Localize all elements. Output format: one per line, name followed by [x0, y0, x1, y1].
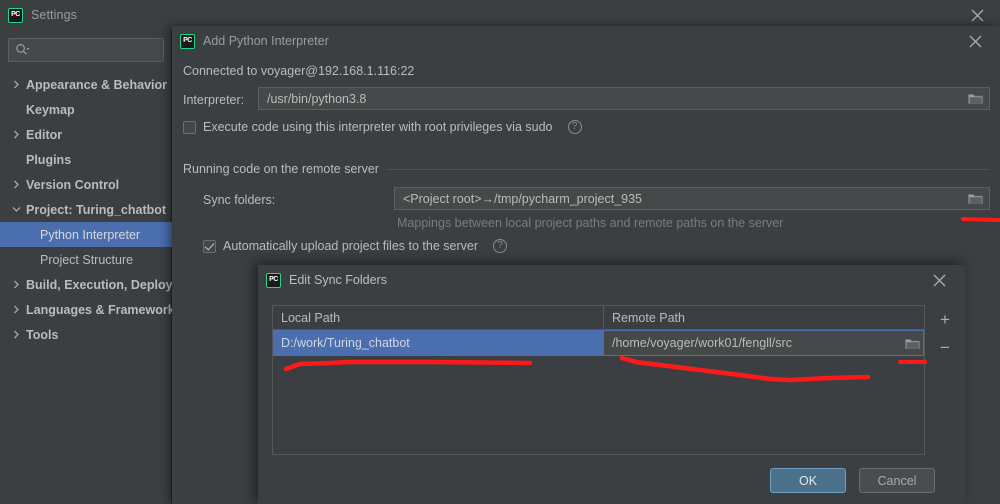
sidebar-item-label: Languages & Frameworks [26, 302, 182, 317]
chevron-right-icon [12, 180, 26, 189]
search-input[interactable] [8, 38, 164, 62]
cell-local-path[interactable]: D:/work/Turing_chatbot [273, 330, 604, 356]
sidebar-item-project-structure[interactable]: Project Structure [0, 247, 172, 272]
settings-sidebar: Appearance & Behavior Keymap Editor Plugins… [0, 30, 202, 504]
sidebar-item-label: Project: Turing_chatbot [26, 202, 167, 217]
sidebar-item-plugins[interactable]: Plugins [0, 147, 172, 172]
help-icon[interactable]: ? [493, 239, 507, 253]
ok-button[interactable]: OK [770, 468, 846, 493]
help-icon[interactable]: ? [567, 120, 582, 134]
edit-sync-folders-dialog: Edit Sync Folders Local Path Remote Path… [258, 265, 965, 504]
sidebar-item-label: Project Structure [40, 252, 134, 267]
sidebar-item-version-control[interactable]: Version Control [0, 172, 172, 197]
edit-sync-folders-close-button[interactable] [921, 265, 957, 295]
sidebar-item-project-turing-chatbot[interactable]: Project: Turing_chatbot [0, 197, 172, 222]
search-icon [15, 43, 29, 57]
sidebar-item-label: Editor [26, 127, 63, 142]
interpreter-input[interactable]: /usr/bin/python3.8 [258, 87, 990, 110]
sudo-checkbox-label: Execute code using this interpreter with… [203, 120, 553, 134]
add-row-button[interactable]: + [932, 305, 958, 333]
interpreter-value: /usr/bin/python3.8 [267, 91, 367, 106]
cancel-button[interactable]: Cancel [859, 468, 935, 493]
interpreter-browse-folder-icon[interactable] [964, 88, 986, 109]
remote-server-group-header: Running code on the remote server [183, 162, 989, 176]
sidebar-item-tools[interactable]: Tools [0, 322, 172, 347]
sync-folders-value: <Project root>→/tmp/pycharm_project_935 [403, 191, 643, 206]
chevron-right-icon [12, 280, 26, 289]
pycharm-logo-icon [266, 272, 281, 288]
chevron-right-icon [12, 130, 26, 139]
sync-folders-table-panel: Local Path Remote Path D:/work/Turing_ch… [272, 305, 950, 455]
column-header-local-path[interactable]: Local Path [273, 306, 604, 329]
remote-server-group-title: Running code on the remote server [183, 162, 379, 176]
sidebar-item-label: Appearance & Behavior [26, 77, 168, 92]
column-header-remote-path[interactable]: Remote Path [604, 306, 924, 329]
add-interpreter-title: Add Python Interpreter [203, 34, 329, 48]
sidebar-item-keymap[interactable]: Keymap [0, 97, 172, 122]
chevron-right-icon [12, 330, 26, 339]
sidebar-item-build-execution-deployment[interactable]: Build, Execution, Deployment [0, 272, 202, 297]
connection-status-text: Connected to voyager@192.168.1.116:22 [183, 64, 415, 78]
sync-folders-table: Local Path Remote Path D:/work/Turing_ch… [272, 305, 925, 455]
cell-remote-path-value: /home/voyager/work01/fengll/src [612, 336, 792, 350]
sidebar-item-python-interpreter[interactable]: Python Interpreter [0, 222, 172, 247]
chevron-down-icon [12, 205, 26, 214]
chevron-right-icon [12, 80, 26, 89]
sidebar-item-label: Plugins [26, 152, 72, 167]
sync-folders-hint: Mappings between local project paths and… [397, 216, 784, 230]
chevron-right-icon [12, 305, 26, 314]
pycharm-logo-icon [180, 33, 195, 49]
sidebar-item-editor[interactable]: Editor [0, 122, 172, 147]
interpreter-label: Interpreter: [183, 93, 245, 107]
table-toolbar: + − [932, 305, 958, 361]
settings-window-title: Settings [31, 8, 77, 22]
edit-sync-folders-title: Edit Sync Folders [289, 273, 387, 287]
auto-upload-checkbox-row[interactable]: Automatically upload project files to th… [203, 239, 507, 253]
auto-upload-checkbox[interactable] [203, 239, 216, 253]
group-divider [386, 168, 989, 170]
table-header-row: Local Path Remote Path [273, 306, 924, 330]
add-interpreter-close-button[interactable] [956, 26, 994, 56]
sidebar-item-languages-frameworks[interactable]: Languages & Frameworks [0, 297, 182, 322]
edit-sync-folders-titlebar: Edit Sync Folders [258, 265, 965, 295]
remote-path-browse-folder-icon[interactable] [901, 333, 923, 354]
edit-sync-folders-footer: OK Cancel [258, 456, 965, 504]
pycharm-logo-icon [8, 7, 23, 23]
sudo-checkbox-row[interactable]: Execute code using this interpreter with… [183, 120, 582, 134]
add-interpreter-titlebar: Add Python Interpreter [172, 26, 1000, 56]
sync-folders-label: Sync folders: [203, 193, 276, 207]
sidebar-item-label: Python Interpreter [40, 227, 141, 242]
sidebar-item-appearance-behavior[interactable]: Appearance & Behavior [0, 72, 172, 97]
sudo-checkbox[interactable] [183, 120, 196, 134]
cell-remote-path[interactable]: /home/voyager/work01/fengll/src [603, 330, 924, 356]
sync-folders-browse-folder-icon[interactable] [964, 188, 986, 209]
sidebar-item-label: Tools [26, 327, 59, 342]
settings-tree: Appearance & Behavior Keymap Editor Plugins… [0, 72, 202, 347]
sidebar-item-label: Version Control [26, 177, 120, 192]
auto-upload-checkbox-label: Automatically upload project files to th… [223, 239, 478, 253]
sidebar-item-label: Keymap [26, 102, 75, 117]
remove-row-button[interactable]: − [932, 333, 958, 361]
table-row[interactable]: D:/work/Turing_chatbot /home/voyager/wor… [273, 330, 924, 356]
sync-folders-input[interactable]: <Project root>→/tmp/pycharm_project_935 [394, 187, 990, 210]
